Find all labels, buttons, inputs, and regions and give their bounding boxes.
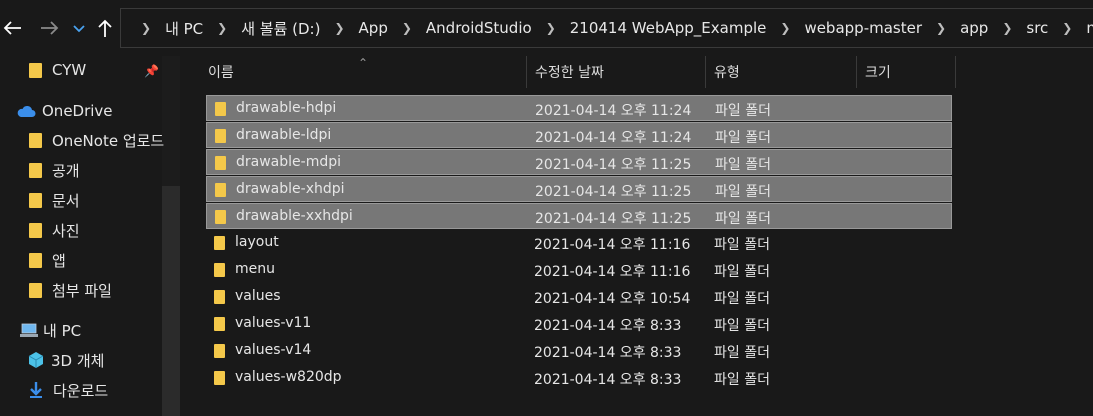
arrow-up-icon [98, 19, 112, 37]
cloud-icon [17, 105, 36, 117]
sidebar-item-onenote-upload[interactable]: OneNote 업로드 [29, 126, 164, 154]
sidebar-item-pictures[interactable]: 사진 [29, 216, 80, 244]
column-divider[interactable] [955, 56, 956, 88]
sidebar-scrollbar-thumb[interactable] [162, 186, 180, 416]
folder-icon [214, 236, 225, 250]
breadcrumb-item[interactable]: app [958, 19, 990, 37]
chevron-right-icon: ❯ [141, 21, 152, 35]
chevron-right-icon[interactable]: ❯ [402, 21, 412, 35]
breadcrumb-item[interactable]: src [1024, 19, 1050, 37]
file-row[interactable]: menu 2021-04-14 오후 11:16 파일 폴더 [206, 257, 952, 283]
folder-icon [215, 129, 226, 143]
sidebar-item-public[interactable]: 공개 [29, 156, 80, 184]
column-header-name[interactable]: 이름 [200, 56, 526, 88]
breadcrumb-item[interactable]: 210414 WebApp_Example [568, 19, 769, 37]
folder-icon [29, 222, 42, 238]
chevron-right-icon[interactable]: ❯ [780, 21, 790, 35]
folder-icon [214, 290, 225, 304]
file-row[interactable]: layout 2021-04-14 오후 11:16 파일 폴더 [206, 230, 952, 256]
recent-locations-button[interactable] [66, 14, 92, 42]
sidebar-item-cyw[interactable]: CYW [29, 56, 86, 84]
chevron-right-icon[interactable]: ❯ [217, 21, 227, 35]
chevron-right-icon[interactable]: ❯ [1062, 21, 1072, 35]
chevron-down-icon [73, 25, 85, 33]
file-row[interactable]: values-w820dp 2021-04-14 오후 8:33 파일 폴더 [206, 365, 952, 391]
navigation-pane: CYW 📌 OneDrive OneNote 업로드 공개 문서 사진 앱 첨부… [0, 56, 182, 416]
pin-icon[interactable]: 📌 [144, 64, 159, 78]
forward-button[interactable] [36, 14, 62, 42]
folder-icon [215, 156, 226, 170]
folder-icon [215, 210, 226, 224]
folder-icon [29, 132, 42, 148]
up-button[interactable] [92, 14, 118, 42]
folder-icon [214, 317, 225, 331]
file-row[interactable]: drawable-hdpi 2021-04-14 오후 11:24 파일 폴더 [206, 95, 952, 121]
computer-icon [20, 323, 38, 337]
breadcrumb-item[interactable]: webapp-master [802, 19, 924, 37]
file-row[interactable]: drawable-mdpi 2021-04-14 오후 11:25 파일 폴더 [206, 149, 952, 175]
sidebar-item-attachments[interactable]: 첨부 파일 [29, 276, 112, 304]
folder-icon [29, 162, 42, 178]
folder-icon [29, 192, 42, 208]
folder-icon [215, 102, 226, 116]
sidebar-item-downloads[interactable]: 다운로드 [29, 376, 108, 404]
folder-icon [29, 282, 42, 298]
download-icon [30, 382, 42, 398]
breadcrumb-item[interactable]: main [1084, 19, 1093, 37]
folder-icon [29, 62, 42, 78]
breadcrumb-item[interactable]: App [357, 19, 390, 37]
folder-icon [214, 371, 225, 385]
chevron-right-icon[interactable]: ❯ [546, 21, 556, 35]
back-button[interactable] [0, 14, 26, 42]
cube-icon [28, 352, 44, 368]
column-header-size[interactable]: 크기 [857, 56, 955, 88]
chevron-right-icon[interactable]: ❯ [334, 21, 344, 35]
file-row[interactable]: values 2021-04-14 오후 10:54 파일 폴더 [206, 284, 952, 310]
sidebar-item-documents[interactable]: 문서 [29, 186, 80, 214]
column-header-type[interactable]: 유형 [706, 56, 856, 88]
sidebar-item-apps[interactable]: 앱 [29, 246, 66, 274]
folder-icon [215, 183, 226, 197]
breadcrumb-item[interactable]: AndroidStudio [424, 19, 534, 37]
chevron-right-icon[interactable]: ❯ [936, 21, 946, 35]
chevron-right-icon[interactable]: ❯ [1002, 21, 1012, 35]
folder-icon [214, 344, 225, 358]
file-row[interactable]: drawable-xxhdpi 2021-04-14 오후 11:25 파일 폴… [206, 203, 952, 229]
sidebar-item-onedrive[interactable]: OneDrive [16, 97, 113, 125]
column-header-bar: ⌃ 이름 수정한 날짜 유형 크기 [182, 56, 1093, 88]
file-row[interactable]: values-v14 2021-04-14 오후 8:33 파일 폴더 [206, 338, 952, 364]
arrow-left-icon [3, 21, 21, 35]
arrow-right-icon [41, 21, 59, 35]
column-header-date[interactable]: 수정한 날짜 [527, 56, 705, 88]
breadcrumb-item[interactable]: 새 볼륨 (D:) [239, 18, 322, 39]
file-row[interactable]: drawable-xhdpi 2021-04-14 오후 11:25 파일 폴더 [206, 176, 952, 202]
file-row[interactable]: drawable-ldpi 2021-04-14 오후 11:24 파일 폴더 [206, 122, 952, 148]
file-row[interactable]: values-v11 2021-04-14 오후 8:33 파일 폴더 [206, 311, 952, 337]
folder-icon [29, 252, 42, 268]
address-bar[interactable]: ❯ 내 PC ❯ 새 볼륨 (D:) ❯ App ❯ AndroidStudio… [120, 8, 1093, 48]
navigation-bar: ❯ 내 PC ❯ 새 볼륨 (D:) ❯ App ❯ AndroidStudio… [0, 0, 1093, 56]
folder-icon [214, 263, 225, 277]
sidebar-item-3d-objects[interactable]: 3D 개체 [27, 346, 104, 374]
breadcrumb-item[interactable]: 내 PC [163, 18, 205, 39]
sidebar-item-this-pc[interactable]: 내 PC [20, 316, 81, 344]
